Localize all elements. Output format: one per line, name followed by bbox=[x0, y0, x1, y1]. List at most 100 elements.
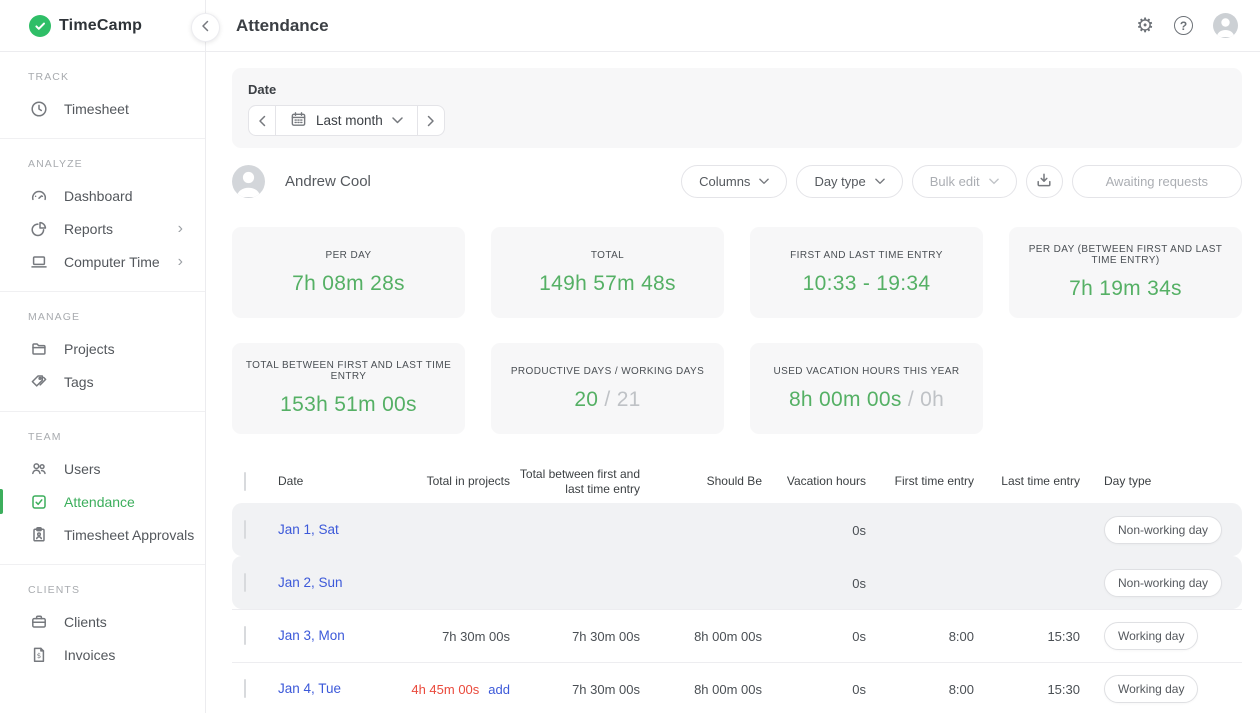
stat-value-muted: / 21 bbox=[598, 388, 640, 411]
chevron-right-icon: › bbox=[178, 221, 183, 237]
stat-value: 10:33 - 19:34 bbox=[803, 272, 931, 296]
chevron-down-icon bbox=[392, 117, 403, 124]
briefcase-icon bbox=[30, 613, 48, 631]
stats-row-1: PER DAY 7h 08m 28s TOTAL 149h 57m 48s FI… bbox=[232, 227, 1242, 318]
date-link[interactable]: Jan 1, Sat bbox=[278, 522, 339, 537]
row-checkbox[interactable] bbox=[244, 573, 246, 592]
stat-card-total-between: TOTAL BETWEEN FIRST AND LAST TIME ENTRY … bbox=[232, 343, 465, 434]
sidebar-item-timesheet[interactable]: Timesheet bbox=[0, 92, 205, 125]
date-link[interactable]: Jan 3, Mon bbox=[278, 628, 345, 643]
awaiting-requests-button[interactable]: Awaiting requests bbox=[1072, 165, 1242, 198]
sidebar-section-manage: MANAGE Projects Tags bbox=[0, 292, 205, 412]
day-type-label: Day type bbox=[814, 174, 865, 189]
timecamp-logo[interactable]: TimeCamp bbox=[29, 15, 142, 37]
bulk-edit-dropdown[interactable]: Bulk edit bbox=[912, 165, 1017, 198]
gear-icon[interactable]: ⚙ bbox=[1136, 16, 1154, 36]
sidebar-item-invoices[interactable]: $ Invoices bbox=[0, 638, 205, 671]
stat-card-first-last-entry: FIRST AND LAST TIME ENTRY 10:33 - 19:34 bbox=[750, 227, 983, 318]
table-row: Jan 2, Sun 0s Non-working day bbox=[232, 556, 1242, 609]
day-type-pill[interactable]: Working day bbox=[1104, 622, 1198, 650]
cell-total-in-projects: 7h 30m 00s bbox=[408, 629, 510, 644]
sidebar-item-dashboard[interactable]: Dashboard bbox=[0, 179, 205, 212]
chevron-down-icon bbox=[989, 178, 999, 185]
col-header-first-time-entry: First time entry bbox=[866, 474, 974, 489]
sidebar-item-label: Clients bbox=[64, 614, 107, 630]
stat-value: 7h 08m 28s bbox=[292, 272, 405, 296]
page-title: Attendance bbox=[236, 16, 329, 36]
stat-card-used-vacation: USED VACATION HOURS THIS YEAR 8h 00m 00s… bbox=[750, 343, 983, 434]
stat-label: FIRST AND LAST TIME ENTRY bbox=[790, 250, 943, 261]
sidebar-item-computer-time[interactable]: Computer Time › bbox=[0, 245, 205, 278]
chevron-left-icon bbox=[201, 19, 210, 37]
date-link[interactable]: Jan 4, Tue bbox=[278, 681, 341, 696]
section-label: MANAGE bbox=[28, 311, 205, 323]
sidebar-section-team: TEAM Users Attendance Timesheet Approval… bbox=[0, 412, 205, 565]
sidebar-item-users[interactable]: Users bbox=[0, 452, 205, 485]
cell-first-time-entry: 8:00 bbox=[866, 629, 974, 644]
clock-icon bbox=[30, 100, 48, 118]
gauge-icon bbox=[30, 187, 48, 205]
sidebar-item-label: Computer Time bbox=[64, 254, 160, 270]
sidebar-item-label: Dashboard bbox=[64, 188, 133, 204]
sidebar-item-label: Users bbox=[64, 461, 101, 477]
row-checkbox[interactable] bbox=[244, 520, 246, 539]
sidebar-item-label: Invoices bbox=[64, 647, 115, 663]
table-toolbar: Columns Day type Bulk edit bbox=[681, 165, 1242, 198]
select-all-checkbox[interactable] bbox=[244, 472, 246, 491]
columns-dropdown[interactable]: Columns bbox=[681, 165, 787, 198]
export-button[interactable] bbox=[1026, 165, 1063, 198]
download-icon bbox=[1035, 171, 1053, 192]
timecamp-logo-icon bbox=[29, 15, 51, 37]
sidebar-item-reports[interactable]: Reports › bbox=[0, 212, 205, 245]
date-link[interactable]: Jan 2, Sun bbox=[278, 575, 343, 590]
date-range-dropdown[interactable]: Last month bbox=[275, 105, 418, 136]
day-type-pill[interactable]: Non-working day bbox=[1104, 569, 1222, 597]
stat-label: USED VACATION HOURS THIS YEAR bbox=[774, 366, 960, 377]
stat-card-empty bbox=[1009, 343, 1242, 434]
sidebar-item-tags[interactable]: Tags bbox=[0, 365, 205, 398]
stat-card-total: TOTAL 149h 57m 48s bbox=[491, 227, 724, 318]
section-label: ANALYZE bbox=[28, 158, 205, 170]
sidebar-section-track: TRACK Timesheet bbox=[0, 52, 205, 139]
stat-label: PER DAY (BETWEEN FIRST AND LAST TIME ENT… bbox=[1015, 244, 1236, 266]
sidebar-header: TimeCamp bbox=[0, 0, 205, 52]
user-avatar[interactable] bbox=[1213, 13, 1238, 38]
table-row: Jan 3, Mon 7h 30m 00s 7h 30m 00s 8h 00m … bbox=[232, 609, 1242, 662]
day-type-dropdown[interactable]: Day type bbox=[796, 165, 902, 198]
under-time-value: 4h 45m 00s bbox=[411, 682, 479, 697]
cell-vacation-hours: 0s bbox=[762, 523, 866, 538]
stat-value: 7h 19m 34s bbox=[1069, 277, 1182, 301]
help-icon[interactable]: ? bbox=[1174, 16, 1193, 35]
sidebar-item-label: Projects bbox=[64, 341, 115, 357]
day-type-pill[interactable]: Working day bbox=[1104, 675, 1198, 703]
awaiting-requests-label: Awaiting requests bbox=[1106, 174, 1208, 189]
table-row: Jan 1, Sat 0s Non-working day bbox=[232, 503, 1242, 556]
date-range-value: Last month bbox=[316, 113, 383, 128]
content: Date Last month bbox=[206, 52, 1260, 713]
folder-icon bbox=[30, 340, 48, 358]
chevron-down-icon bbox=[875, 178, 885, 185]
sidebar-collapse-button[interactable] bbox=[191, 13, 220, 42]
pie-chart-icon bbox=[30, 220, 48, 238]
row-checkbox[interactable] bbox=[244, 679, 246, 698]
sidebar-item-attendance[interactable]: Attendance bbox=[0, 485, 205, 518]
users-icon bbox=[30, 460, 48, 478]
sidebar-item-projects[interactable]: Projects bbox=[0, 332, 205, 365]
cell-vacation-hours: 0s bbox=[762, 629, 866, 644]
day-type-pill[interactable]: Non-working day bbox=[1104, 516, 1222, 544]
date-filter-card: Date Last month bbox=[232, 68, 1242, 148]
row-checkbox[interactable] bbox=[244, 626, 246, 645]
sidebar-item-timesheet-approvals[interactable]: Timesheet Approvals bbox=[0, 518, 205, 551]
section-label: TRACK bbox=[28, 71, 205, 83]
next-period-button[interactable] bbox=[417, 105, 445, 136]
col-header-total-between: Total between first and last time entry bbox=[510, 467, 640, 497]
cell-last-time-entry: 15:30 bbox=[974, 629, 1080, 644]
prev-period-button[interactable] bbox=[248, 105, 276, 136]
date-range-control: Last month bbox=[248, 105, 445, 136]
col-header-date: Date bbox=[278, 474, 408, 489]
stat-label: PRODUCTIVE DAYS / WORKING DAYS bbox=[511, 366, 704, 377]
sidebar-item-clients[interactable]: Clients bbox=[0, 605, 205, 638]
bulk-edit-label: Bulk edit bbox=[930, 174, 980, 189]
top-header: Attendance ⚙ ? bbox=[206, 0, 1260, 52]
add-time-link[interactable]: add bbox=[488, 682, 510, 697]
